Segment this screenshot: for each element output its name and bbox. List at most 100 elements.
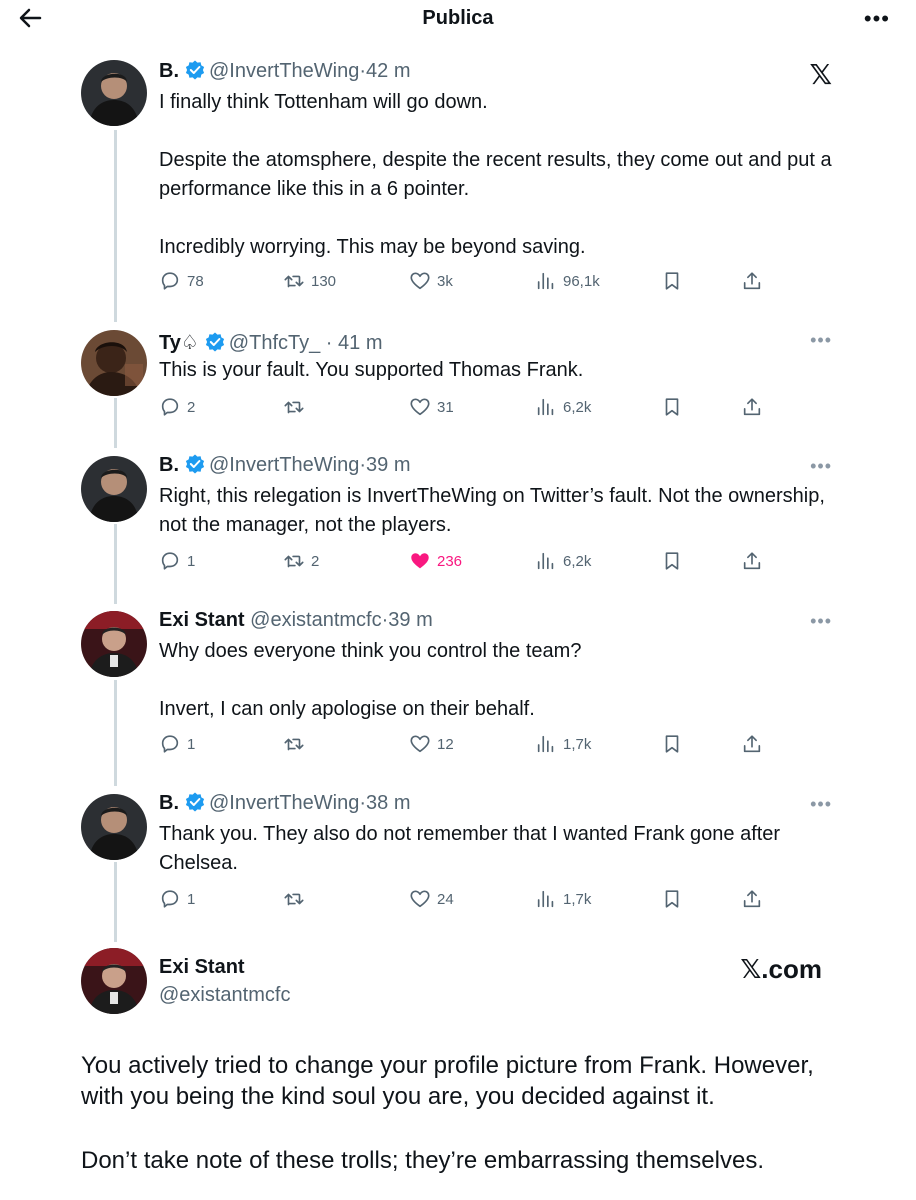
like-button[interactable]: 236	[409, 549, 462, 573]
author-handle[interactable]: @existantmcfc	[159, 984, 290, 1007]
retweet-button[interactable]: 2	[283, 549, 319, 573]
retweet-icon	[284, 275, 304, 288]
tweet-time[interactable]: 42 m	[366, 60, 410, 82]
like-button[interactable]: 31	[409, 395, 454, 419]
avatar[interactable]	[81, 794, 147, 860]
avatar[interactable]	[81, 948, 147, 1014]
like-icon	[410, 735, 430, 753]
more-icon[interactable]: •••	[810, 794, 832, 815]
reply-icon	[161, 398, 179, 416]
avatar[interactable]	[81, 330, 147, 396]
reply-button[interactable]: 1	[159, 549, 195, 573]
author-handle[interactable]: @InvertTheWing	[209, 454, 359, 476]
views-icon	[537, 272, 554, 290]
views-icon	[537, 735, 554, 753]
author-handle[interactable]: @InvertTheWing	[209, 792, 359, 814]
reply-button[interactable]: 78	[159, 269, 204, 293]
like-button[interactable]: 12	[409, 732, 454, 756]
bookmark-button[interactable]	[661, 395, 689, 419]
more-icon[interactable]: •••	[864, 6, 890, 32]
author-handle[interactable]: @InvertTheWing	[209, 60, 359, 82]
bookmark-button[interactable]	[661, 269, 689, 293]
more-icon[interactable]: •••	[810, 611, 832, 632]
reply-paragraph: Don’t take note of these trolls; they’re…	[81, 1147, 764, 1174]
views-button[interactable]: 96,1k	[535, 269, 600, 293]
tweet-actions: 2 31 6,2k	[159, 395, 779, 419]
bookmark-button[interactable]	[661, 887, 689, 911]
like-icon	[410, 272, 430, 290]
author-handle[interactable]: @existantmcfc	[250, 609, 381, 631]
like-button[interactable]: 3k	[409, 269, 453, 293]
views-icon	[537, 552, 554, 570]
tweet-text: Thank you. They also do not remember tha…	[159, 823, 781, 874]
share-icon	[743, 272, 761, 290]
verified-badge-icon	[204, 332, 225, 352]
thread-line	[114, 862, 117, 942]
views-button[interactable]: 6,2k	[535, 549, 591, 573]
author-name[interactable]: B.	[159, 60, 179, 82]
retweet-button[interactable]	[283, 732, 311, 756]
like-icon	[410, 398, 430, 416]
x-logo-icon[interactable]: 𝕏	[809, 58, 832, 91]
author-name[interactable]: B.	[159, 454, 179, 476]
author-name[interactable]: Exi Stant	[159, 956, 245, 979]
tweet-actions: 78 130 3k 96,1k	[159, 269, 779, 293]
retweet-button[interactable]: 130	[283, 269, 336, 293]
author-name[interactable]: B.	[159, 792, 179, 814]
top-bar: Publica •••	[0, 0, 916, 40]
tweet-actions: 1 24 1,7k	[159, 887, 779, 911]
reply-button[interactable]: 2	[159, 395, 195, 419]
share-icon	[743, 890, 761, 908]
tweet-text: Right, this relegation is InvertTheWing …	[159, 485, 825, 536]
x-com-logo[interactable]: 𝕏.com	[740, 954, 822, 985]
author-handle[interactable]: @ThfcTy_	[229, 332, 320, 354]
views-button[interactable]: 1,7k	[535, 732, 591, 756]
bookmark-icon	[665, 398, 679, 416]
verified-badge-icon	[185, 792, 205, 812]
avatar[interactable]	[81, 456, 147, 522]
verified-badge-icon	[185, 60, 205, 80]
author-name[interactable]: Exi Stant	[159, 609, 245, 631]
retweet-button[interactable]	[283, 887, 311, 911]
views-button[interactable]: 1,7k	[535, 887, 591, 911]
tweet-time[interactable]: 38 m	[366, 792, 410, 814]
tweet-header: B. @InvertTheWing·39 m	[159, 454, 411, 477]
like-button[interactable]: 24	[409, 887, 454, 911]
reply-button[interactable]: 1	[159, 732, 195, 756]
tweet-header: B. @InvertTheWing·38 m	[159, 792, 411, 815]
tweet-header: Exi Stant @existantmcfc·39 m	[159, 609, 433, 632]
bookmark-icon	[665, 735, 679, 753]
verified-badge-icon	[185, 454, 205, 474]
share-button[interactable]	[741, 887, 769, 911]
tweet-time[interactable]: 41 m	[338, 332, 382, 354]
thread-line	[114, 130, 117, 322]
bookmark-button[interactable]	[661, 549, 689, 573]
share-button[interactable]	[741, 395, 769, 419]
share-icon	[743, 735, 761, 753]
retweet-button[interactable]	[283, 395, 311, 419]
views-button[interactable]: 6,2k	[535, 395, 591, 419]
reply-text: You actively tried to change your profil…	[81, 1050, 841, 1176]
views-icon	[537, 398, 554, 416]
avatar[interactable]	[81, 60, 147, 126]
bookmark-icon	[665, 890, 679, 908]
avatar[interactable]	[81, 611, 147, 677]
tweet-header: Ty♤ @ThfcTy_ · 41 m	[159, 330, 382, 355]
reply-button[interactable]: 1	[159, 887, 195, 911]
tweet-time[interactable]: 39 m	[388, 609, 432, 631]
like-icon	[411, 553, 429, 569]
reply-icon	[161, 552, 179, 570]
more-icon[interactable]: •••	[810, 330, 832, 351]
retweet-icon	[284, 401, 304, 414]
tweet-text: This is your fault. You supported Thomas…	[159, 359, 584, 381]
tweet-time[interactable]: 39 m	[366, 454, 410, 476]
like-icon	[410, 890, 430, 908]
share-button[interactable]	[741, 269, 769, 293]
tweet-text: Why does everyone think you control the …	[159, 640, 582, 720]
author-name[interactable]: Ty♤	[159, 332, 199, 354]
share-button[interactable]	[741, 549, 769, 573]
more-icon[interactable]: •••	[810, 456, 832, 477]
bookmark-button[interactable]	[661, 732, 689, 756]
share-button[interactable]	[741, 732, 769, 756]
page-title: Publica	[422, 7, 494, 29]
